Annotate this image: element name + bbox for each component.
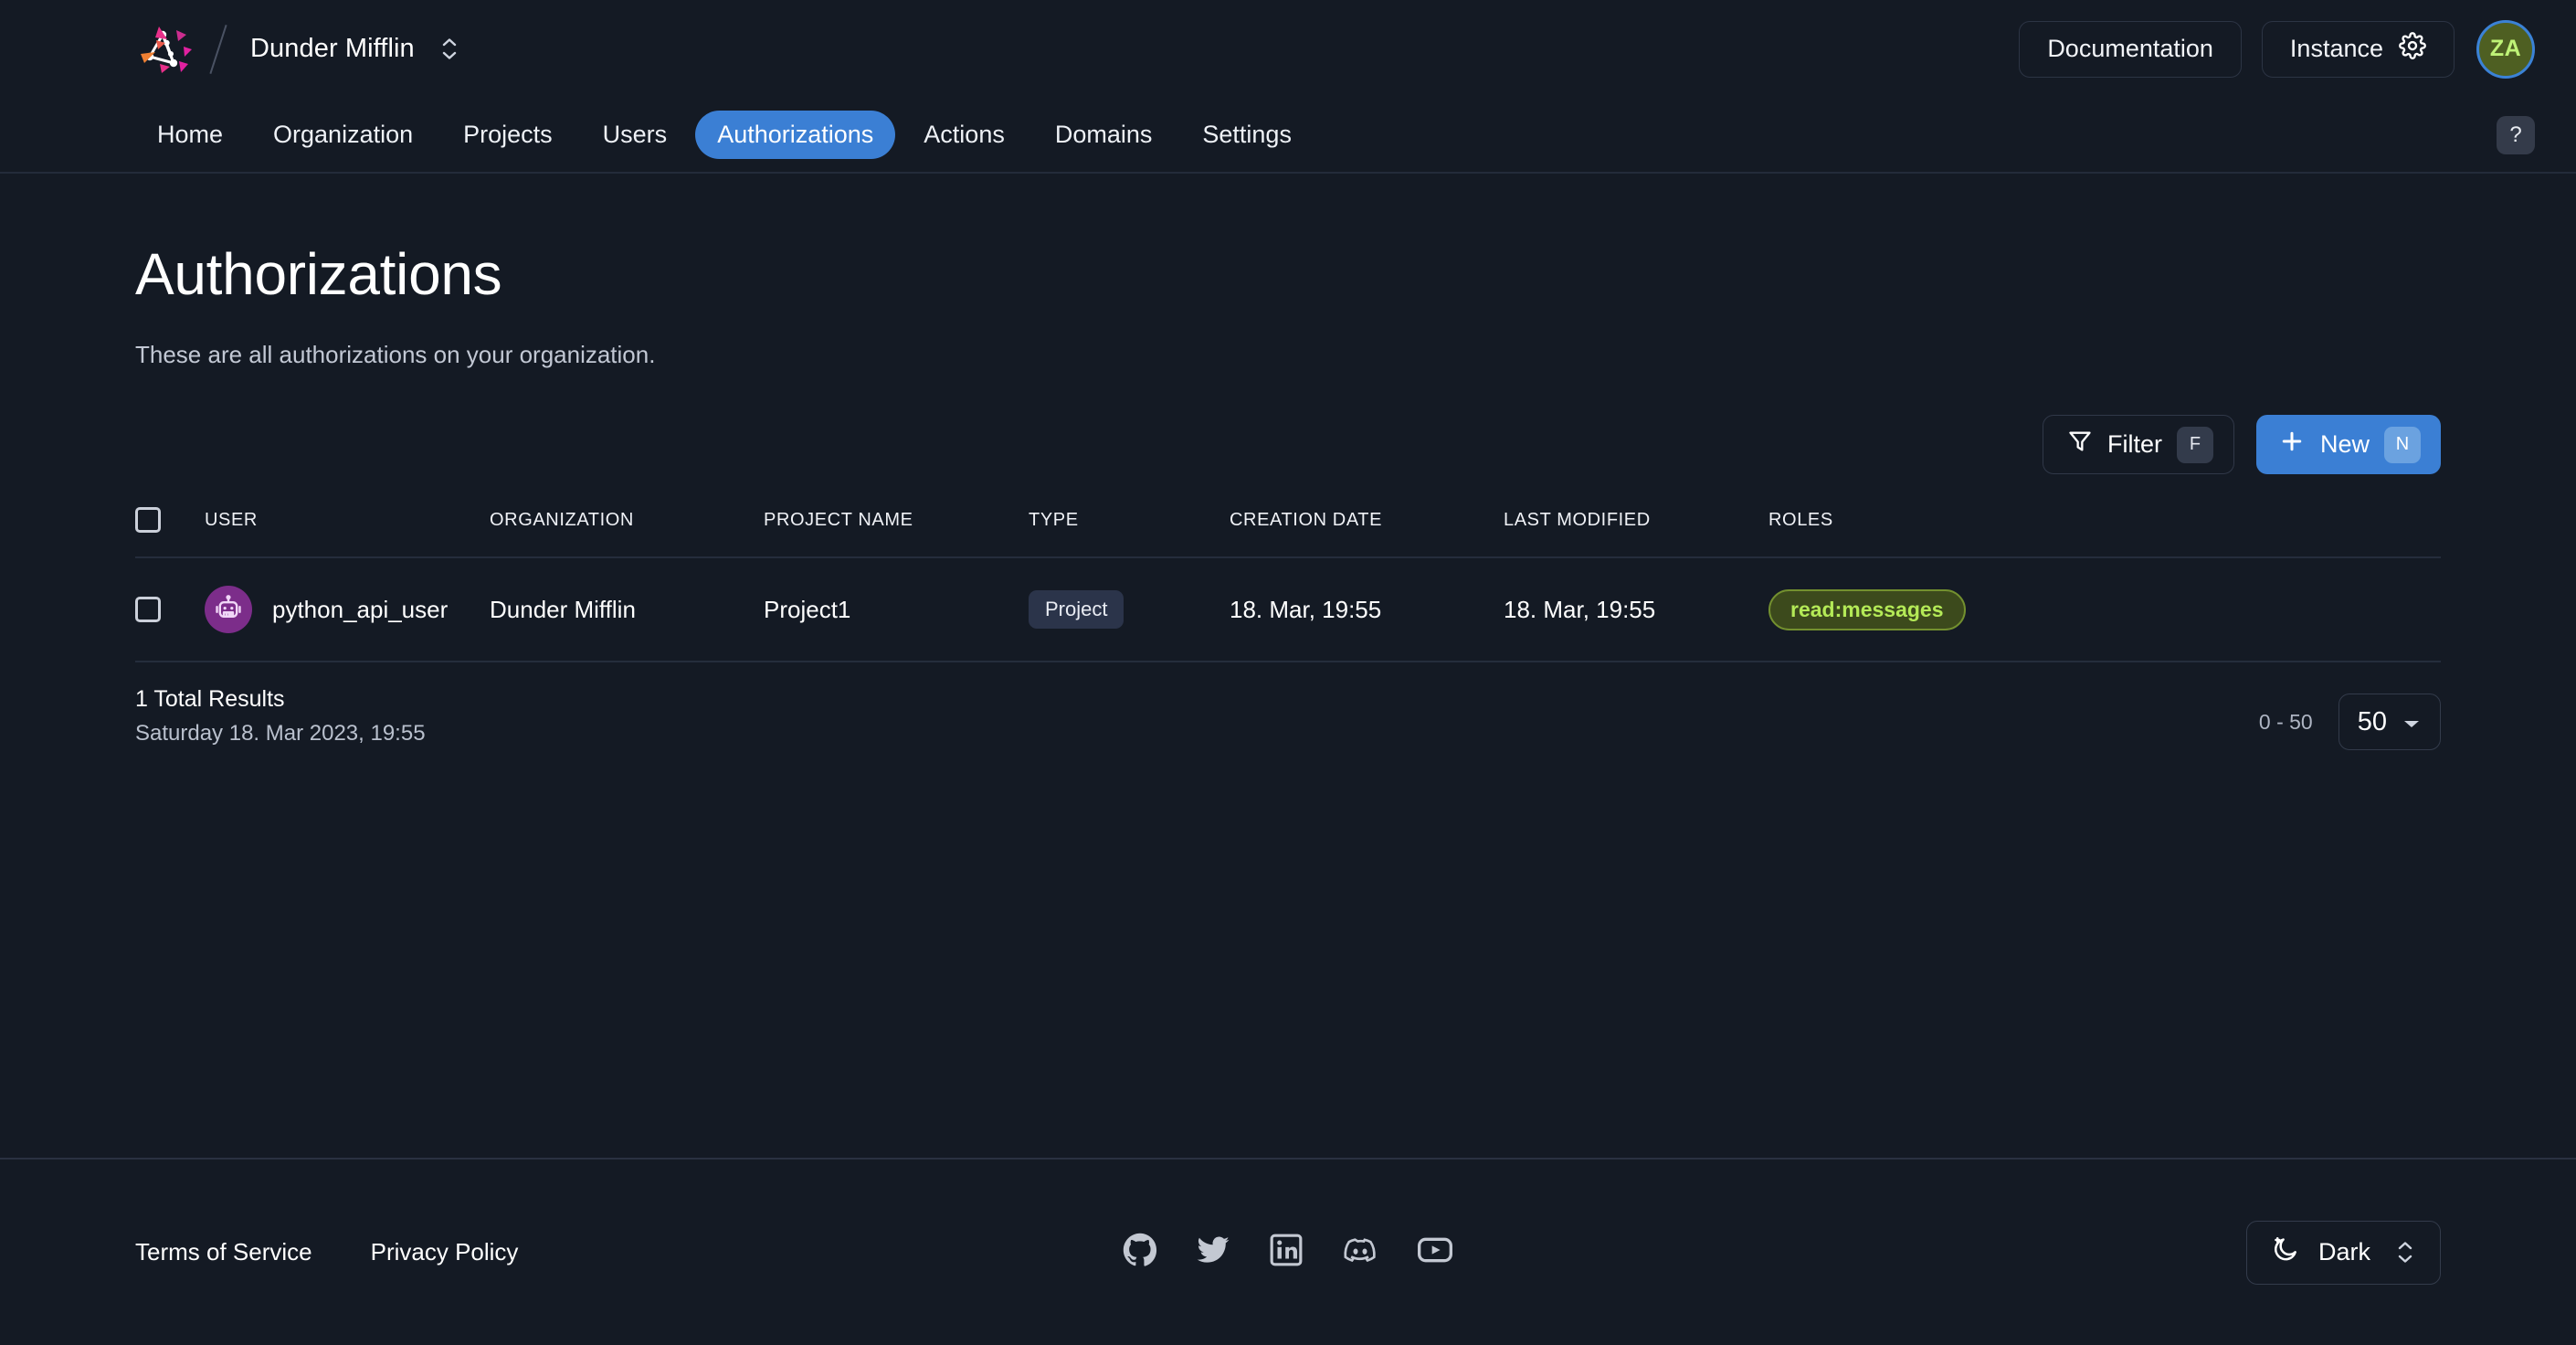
table-row[interactable]: python_api_user Dunder Mifflin Project1 …: [135, 557, 2441, 662]
gear-icon: [2399, 32, 2426, 66]
brand-area: Dunder Mifflin: [135, 21, 460, 78]
moon-icon: [2271, 1234, 2300, 1270]
documentation-button[interactable]: Documentation: [2019, 20, 2242, 78]
checkbox-unchecked-icon[interactable]: [135, 507, 161, 533]
breadcrumb-separator: [209, 24, 227, 74]
nav-item-list: Home Organization Projects Users Authori…: [135, 111, 1314, 159]
nav-item-organization[interactable]: Organization: [251, 111, 435, 159]
filter-label: Filter: [2106, 430, 2162, 458]
page-description: These are all authorizations on your org…: [135, 341, 656, 368]
column-header-roles: ROLES: [1768, 507, 2441, 558]
chevron-down-icon: [2402, 707, 2422, 737]
column-header-project-name: PROJECT NAME: [764, 507, 1029, 558]
pagination-controls: 0 - 50 50: [2259, 694, 2441, 750]
cell-user: python_api_user: [205, 557, 490, 662]
top-header-bar: Dunder Mifflin Documentation Instance ZA: [0, 0, 2576, 98]
terms-of-service-link[interactable]: Terms of Service: [135, 1238, 312, 1266]
authorizations-table: USER ORGANIZATION PROJECT NAME TYPE CREA…: [135, 507, 2441, 662]
cell-roles: read:messages: [1768, 557, 2441, 662]
nav-item-users[interactable]: Users: [581, 111, 690, 159]
nav-item-authorizations[interactable]: Authorizations: [695, 111, 896, 159]
nav-item-home[interactable]: Home: [135, 111, 245, 159]
filter-shortcut-badge: F: [2176, 426, 2213, 463]
privacy-policy-link[interactable]: Privacy Policy: [371, 1238, 519, 1266]
twitter-icon[interactable]: [1196, 1233, 1230, 1272]
triangle-network-logo-icon[interactable]: [135, 21, 192, 78]
table-head: USER ORGANIZATION PROJECT NAME TYPE CREA…: [135, 507, 2441, 558]
column-header-last-modified: LAST MODIFIED: [1504, 507, 1768, 558]
instance-button[interactable]: Instance: [2261, 20, 2455, 78]
github-icon[interactable]: [1123, 1233, 1157, 1272]
main-content: Authorizations These are all authorizati…: [0, 240, 2576, 750]
row-select-cell: [135, 557, 205, 662]
page-size-select[interactable]: 50: [2338, 694, 2441, 750]
table-header-row: USER ORGANIZATION PROJECT NAME TYPE CREA…: [135, 507, 2441, 558]
chevron-up-down-icon[interactable]: [438, 32, 460, 67]
cell-type: Project: [1029, 557, 1230, 662]
social-links: [1123, 1232, 1453, 1273]
plus-icon: [2278, 428, 2306, 461]
instance-label: Instance: [2289, 35, 2383, 62]
cell-organization: Dunder Mifflin: [490, 557, 764, 662]
column-header-user: USER: [205, 507, 490, 558]
role-badge: read:messages: [1768, 588, 1966, 630]
user-avatar[interactable]: ZA: [2476, 19, 2535, 79]
cell-creation-date: 18. Mar, 19:55: [1230, 557, 1504, 662]
robot-icon: [205, 586, 252, 633]
funnel-icon: [2067, 429, 2093, 461]
organization-name: Dunder Mifflin: [250, 34, 415, 63]
column-header-organization: ORGANIZATION: [490, 507, 764, 558]
discord-icon[interactable]: [1342, 1232, 1378, 1273]
new-label: New: [2319, 430, 2370, 458]
user-name: python_api_user: [272, 595, 449, 623]
chevron-up-down-icon[interactable]: [2394, 1235, 2416, 1270]
theme-label: Dark: [2317, 1238, 2370, 1266]
new-shortcut-badge: N: [2384, 426, 2421, 463]
cell-project-name: Project1: [764, 557, 1029, 662]
page-footer: Terms of Service Privacy Policy Dark: [0, 1158, 2576, 1345]
nav-item-actions[interactable]: Actions: [902, 111, 1027, 159]
footer-links: Terms of Service Privacy Policy: [135, 1238, 518, 1266]
page-range-label: 0 - 50: [2258, 709, 2313, 734]
page-title: Authorizations: [135, 241, 502, 307]
results-summary: 1 Total Results Saturday 18. Mar 2023, 1…: [135, 686, 426, 747]
results-timestamp: Saturday 18. Mar 2023, 19:55: [135, 721, 426, 746]
table-body: python_api_user Dunder Mifflin Project1 …: [135, 557, 2441, 662]
linkedin-icon[interactable]: [1269, 1233, 1304, 1272]
column-header-type: TYPE: [1029, 507, 1230, 558]
checkbox-unchecked-icon[interactable]: [135, 597, 161, 622]
new-button[interactable]: New N: [2255, 415, 2441, 474]
page-size-value: 50: [2357, 706, 2387, 736]
youtube-icon[interactable]: [1417, 1232, 1453, 1273]
column-header-creation-date: CREATION DATE: [1230, 507, 1504, 558]
nav-item-domains[interactable]: Domains: [1033, 111, 1175, 159]
cell-last-modified: 18. Mar, 19:55: [1504, 557, 1768, 662]
type-badge: Project: [1029, 590, 1124, 629]
table-footer: 1 Total Results Saturday 18. Mar 2023, 1…: [135, 686, 2441, 750]
filter-button[interactable]: Filter F: [2042, 415, 2234, 474]
nav-item-projects[interactable]: Projects: [441, 111, 575, 159]
help-button[interactable]: ?: [2497, 115, 2535, 154]
avatar-initials: ZA: [2489, 36, 2522, 61]
select-all-header: [135, 507, 205, 558]
total-results: 1 Total Results: [135, 686, 285, 712]
documentation-label: Documentation: [2047, 35, 2213, 62]
toolbar-actions: Filter F New N: [135, 415, 2441, 474]
main-navigation: Home Organization Projects Users Authori…: [0, 98, 2576, 174]
theme-selector[interactable]: Dark: [2245, 1220, 2441, 1285]
nav-item-settings[interactable]: Settings: [1180, 111, 1314, 159]
